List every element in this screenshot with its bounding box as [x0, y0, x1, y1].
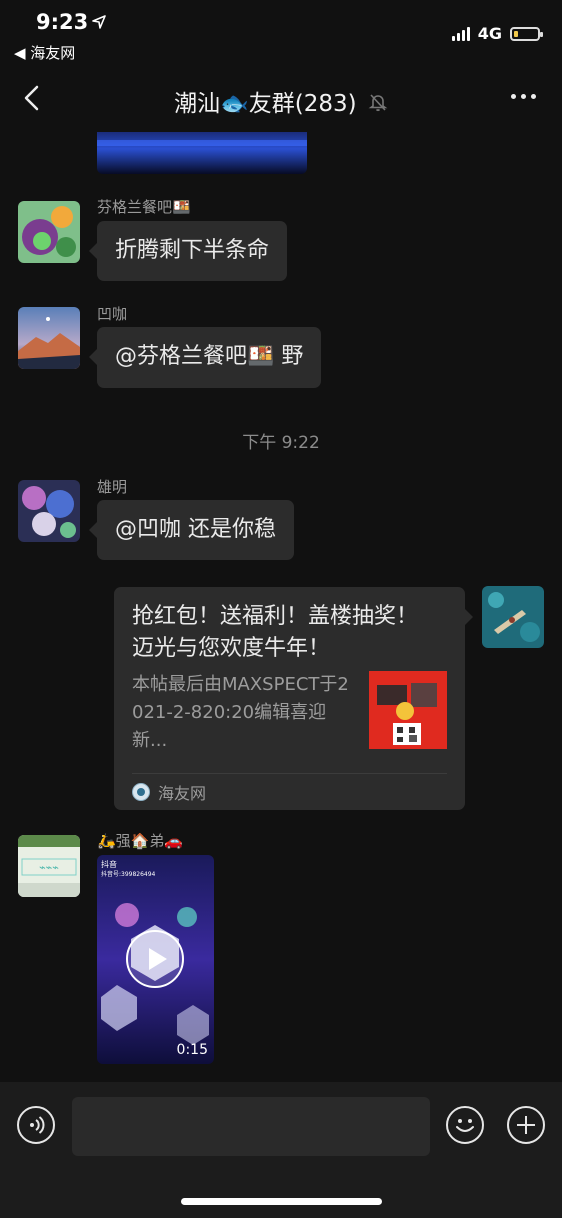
- link-card-description: 本帖最后由MAXSPECT于2021-2-820:20编辑喜迎新...: [132, 674, 349, 751]
- link-card-thumbnail: [369, 671, 447, 749]
- avatar[interactable]: [18, 201, 80, 263]
- network-type: 4G: [477, 24, 502, 43]
- video-message[interactable]: 抖音 抖音号:399826494 0:15: [97, 855, 214, 1064]
- message-bubble[interactable]: @凹咖 还是你稳: [89, 500, 294, 560]
- status-indicators: 4G: [451, 24, 543, 43]
- divider: [132, 773, 447, 774]
- avatar[interactable]: ⌁⌁⌁: [18, 835, 80, 897]
- location-arrow-icon: [92, 14, 106, 33]
- battery-level: [514, 30, 518, 37]
- my-avatar[interactable]: [482, 586, 544, 648]
- back-to-app-link[interactable]: ◀ 海友网: [14, 42, 75, 63]
- video-account-text: 抖音号:399826494: [101, 871, 156, 878]
- svg-text:⌁⌁⌁: ⌁⌁⌁: [39, 861, 59, 874]
- play-icon[interactable]: [125, 929, 185, 989]
- source-logo-icon: [132, 783, 150, 801]
- link-card[interactable]: 抢红包！送福利！盖楼抽奖！迈光与您欢度牛年！ 本帖最后由MAXSPECT于202…: [114, 587, 473, 810]
- link-card-source: 海友网: [132, 780, 206, 804]
- more-options-icon[interactable]: [511, 94, 536, 99]
- message-input[interactable]: [72, 1097, 430, 1156]
- voice-input-icon[interactable]: [17, 1106, 55, 1144]
- chat-title-text: 潮汕🐟友群(283): [174, 91, 357, 117]
- signal-icon: [451, 26, 470, 41]
- image-message-partial[interactable]: [97, 132, 307, 174]
- sender-name: 🛵强🏠弟🚗: [97, 832, 184, 850]
- timestamp: 下午 9:22: [242, 433, 320, 453]
- sender-name: 雄明: [97, 478, 128, 496]
- home-indicator: [181, 1198, 382, 1205]
- chat-title: 潮汕🐟友群(283): [0, 84, 562, 118]
- link-card-title: 抢红包！送福利！盖楼抽奖！迈光与您欢度牛年！: [132, 604, 419, 661]
- bell-off-icon: [368, 92, 388, 118]
- sender-name: 芬格兰餐吧🍱: [97, 198, 191, 216]
- add-more-icon[interactable]: [507, 1106, 545, 1144]
- avatar[interactable]: [18, 307, 80, 369]
- link-card-source-name: 海友网: [158, 784, 207, 803]
- status-time: 9:23: [36, 10, 89, 34]
- message-bubble[interactable]: 折腾剩下半条命: [88, 221, 288, 281]
- battery-icon: [510, 26, 543, 41]
- sender-name: 凹咖: [97, 305, 128, 323]
- video-duration: 0:15: [176, 1042, 208, 1058]
- message-bubble[interactable]: @芬格兰餐吧🍱 野: [88, 327, 322, 388]
- emoji-icon[interactable]: [446, 1106, 484, 1144]
- avatar[interactable]: [18, 480, 80, 542]
